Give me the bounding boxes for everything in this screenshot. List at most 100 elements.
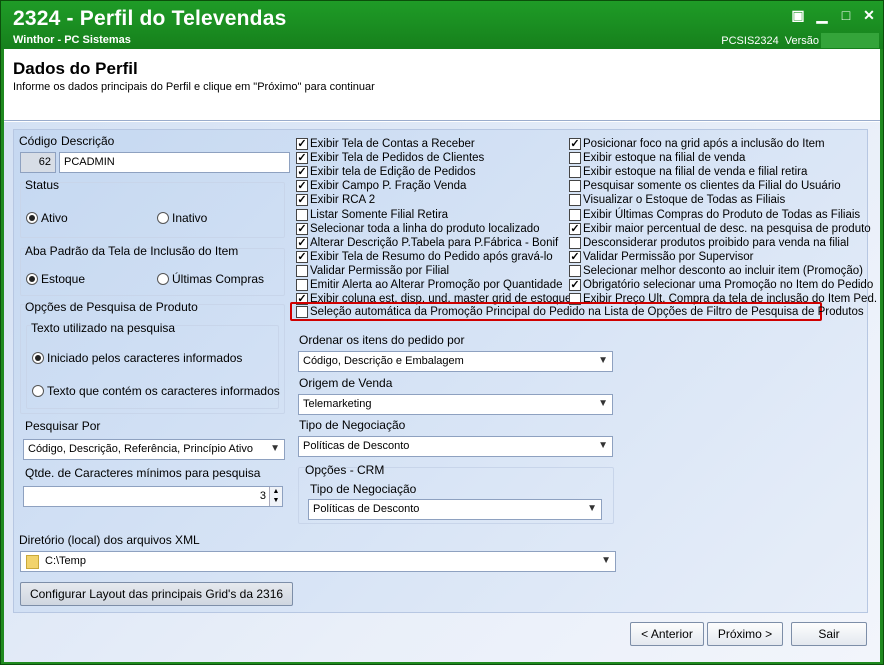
checkbox-label: Visualizar o Estoque de Todas as Filiais xyxy=(583,194,786,207)
checkbox-label: Emitir Alerta ao Alterar Promoção por Qu… xyxy=(310,279,563,291)
checkbox-item[interactable]: Exibir Últimas Compras do Produto de Tod… xyxy=(569,208,860,222)
checkbox-item[interactable]: Validar Permissão por Filial xyxy=(296,264,449,278)
selecao-automatica-checkbox[interactable]: Seleção automática da Promoção Principal… xyxy=(296,305,864,319)
ordenar-value: Código, Descrição e Embalagem xyxy=(303,355,464,367)
checkbox-item[interactable]: ✓ Exibir tela de Edição de Pedidos xyxy=(296,165,476,179)
radio-selected-icon xyxy=(26,273,38,285)
aba-estoque-radio[interactable]: Estoque xyxy=(26,272,85,286)
checkbox-item[interactable]: ✓ Selecionar toda a linha do produto loca… xyxy=(296,222,540,236)
radio-unselected-icon xyxy=(157,212,169,224)
checkbox-label: Exibir Últimas Compras do Produto de Tod… xyxy=(583,208,861,221)
chevron-down-icon: ▼ xyxy=(601,555,611,566)
pesquisar-por-select[interactable]: Código, Descrição, Referência, Princípio… xyxy=(23,439,285,460)
checkbox-item[interactable]: Pesquisar somente os clientes da Filial … xyxy=(569,179,841,193)
qtde-label: Qtde. de Caracteres mínimos para pesquis… xyxy=(25,466,261,480)
qtde-stepper[interactable]: ▲ ▼ xyxy=(269,487,282,506)
checkbox-item[interactable]: ✓ Validar Permissão por Supervisor xyxy=(569,250,753,264)
status-ativo-radio[interactable]: Ativo xyxy=(26,211,68,225)
diretorio-select[interactable]: C:\Temp ▼ xyxy=(20,551,616,572)
checkbox-item[interactable]: ✓ Exibir Campo P. Fração Venda xyxy=(296,179,466,193)
checkbox-checked-icon: ✓ xyxy=(296,138,308,150)
checkbox-label: Exibir Campo P. Fração Venda xyxy=(310,180,467,193)
stepper-up-icon[interactable]: ▲ xyxy=(270,487,282,496)
checkbox-unchecked-icon xyxy=(296,279,308,291)
pesquisa-title: Opções de Pesquisa de Produto xyxy=(25,300,198,314)
configurar-layout-button[interactable]: Configurar Layout das principais Grid's … xyxy=(20,582,293,606)
origem-value: Telemarketing xyxy=(303,398,372,410)
checkbox-item[interactable]: Listar Somente Filial Retira xyxy=(296,208,448,222)
stepper-down-icon[interactable]: ▼ xyxy=(270,496,282,505)
checkbox-item[interactable]: ✓ Obrigatório selecionar uma Promoção no … xyxy=(569,278,873,292)
checkbox-checked-icon: ✓ xyxy=(296,180,308,193)
contem-radio[interactable]: Texto que contém os caracteres informado… xyxy=(32,384,280,398)
radio-unselected-icon xyxy=(32,385,44,397)
aba-estoque-label: Estoque xyxy=(41,272,86,286)
status-inativo-radio[interactable]: Inativo xyxy=(157,211,207,225)
profile-panel: Código Descrição 62 PCADMIN Status Ativo… xyxy=(13,129,877,613)
restore-icon[interactable]: ▣ xyxy=(789,7,807,23)
checkbox-item[interactable]: Exibir estoque na filial de venda e fili… xyxy=(569,165,807,179)
checkbox-unchecked-icon xyxy=(569,180,581,193)
aba-ultimas-compras-radio[interactable]: Últimas Compras xyxy=(157,272,264,286)
chevron-down-icon: ▼ xyxy=(598,355,608,366)
page-title: Dados do Perfil xyxy=(13,59,138,78)
checkbox-unchecked-icon xyxy=(569,264,581,277)
maximize-icon[interactable]: □ xyxy=(837,7,855,23)
checkbox-checked-icon: ✓ xyxy=(296,250,308,263)
version-label: Versão xyxy=(784,35,819,47)
checkbox-label: Exibir Tela de Contas a Receber xyxy=(310,138,475,150)
checkbox-checked-icon: ✓ xyxy=(569,250,581,263)
checkbox-item[interactable]: Emitir Alerta ao Alterar Promoção por Qu… xyxy=(296,278,563,292)
descricao-label: Descrição xyxy=(61,134,115,148)
checkbox-checked-icon: ✓ xyxy=(296,166,308,179)
checkbox-item[interactable]: Selecionar melhor desconto ao incluir it… xyxy=(569,264,863,278)
checkbox-label: Validar Permissão por Supervisor xyxy=(583,250,754,263)
contem-label: Texto que contém os caracteres informado… xyxy=(47,384,280,398)
checkbox-item[interactable]: Desconsiderar produtos proibido para ven… xyxy=(569,236,849,250)
aba-ultimas-compras-label: Últimas Compras xyxy=(172,272,265,286)
checkbox-label: Selecionar toda a linha do produto local… xyxy=(310,222,540,235)
checkbox-item[interactable]: ✓ Exibir maior percentual de desc. na pes… xyxy=(569,222,871,236)
iniciado-radio[interactable]: Iniciado pelos caracteres informados xyxy=(32,351,242,365)
checkbox-item[interactable]: ✓ Exibir Tela de Resumo do Pedido após gr… xyxy=(296,250,553,264)
close-icon[interactable]: ✕ xyxy=(860,7,878,23)
proximo-button[interactable]: Próximo > xyxy=(707,622,783,646)
tipo-negociacao-select[interactable]: Políticas de Desconto ▼ xyxy=(298,436,613,457)
checkbox-item[interactable]: ✓ Alterar Descrição P.Tabela para P.Fábri… xyxy=(296,236,558,250)
minimize-icon[interactable]: ▁ xyxy=(813,7,831,23)
title-bar: 2324 - Perfil do Televendas Winthor - PC… xyxy=(1,1,883,49)
qtde-field[interactable]: 3 xyxy=(23,486,283,507)
radio-selected-icon xyxy=(32,352,44,364)
application-window: 2324 - Perfil do Televendas Winthor - PC… xyxy=(0,0,884,665)
status-group xyxy=(20,182,285,238)
checkbox-item[interactable]: ✓ Exibir Tela de Pedidos de Clientes xyxy=(296,151,484,165)
origem-select[interactable]: Telemarketing ▼ xyxy=(298,394,613,415)
diretorio-label: Diretório (local) dos arquivos XML xyxy=(19,533,200,547)
checkbox-unchecked-icon xyxy=(569,166,581,179)
checkbox-item[interactable]: ✓ Posicionar foco na grid após a inclusão… xyxy=(569,137,825,151)
checkbox-label: Exibir Tela de Resumo do Pedido após gra… xyxy=(310,250,553,263)
checkbox-item[interactable]: Visualizar o Estoque de Todas as Filiais xyxy=(569,193,785,207)
descricao-field[interactable]: PCADMIN xyxy=(59,152,290,173)
chevron-down-icon: ▼ xyxy=(587,503,597,514)
ordenar-select[interactable]: Código, Descrição e Embalagem ▼ xyxy=(298,351,613,372)
checkbox-unchecked-icon xyxy=(569,236,581,249)
anterior-button[interactable]: < Anterior xyxy=(630,622,704,646)
window-title: 2324 - Perfil do Televendas xyxy=(13,7,287,30)
iniciado-label: Iniciado pelos caracteres informados xyxy=(47,351,243,365)
codigo-field[interactable]: 62 xyxy=(20,152,56,173)
sair-button[interactable]: Sair xyxy=(791,622,867,646)
checkbox-label: Selecionar melhor desconto ao incluir it… xyxy=(583,264,863,277)
chevron-down-icon: ▼ xyxy=(598,398,608,409)
checkbox-label: Exibir estoque na filial de venda xyxy=(583,152,746,165)
checkbox-unchecked-icon xyxy=(569,208,581,221)
checkbox-checked-icon: ✓ xyxy=(296,222,308,235)
crm-tipo-select[interactable]: Políticas de Desconto ▼ xyxy=(308,499,602,520)
checkbox-item[interactable]: ✓ Exibir RCA 2 xyxy=(296,193,375,207)
version-value xyxy=(821,33,879,48)
checkbox-checked-icon: ✓ xyxy=(296,194,308,207)
checkbox-item[interactable]: ✓ Exibir Tela de Contas a Receber xyxy=(296,137,475,151)
checkbox-unchecked-icon xyxy=(569,152,581,165)
checkbox-item[interactable]: Exibir estoque na filial de venda xyxy=(569,151,745,165)
pesquisar-por-value: Código, Descrição, Referência, Princípio… xyxy=(28,443,253,455)
